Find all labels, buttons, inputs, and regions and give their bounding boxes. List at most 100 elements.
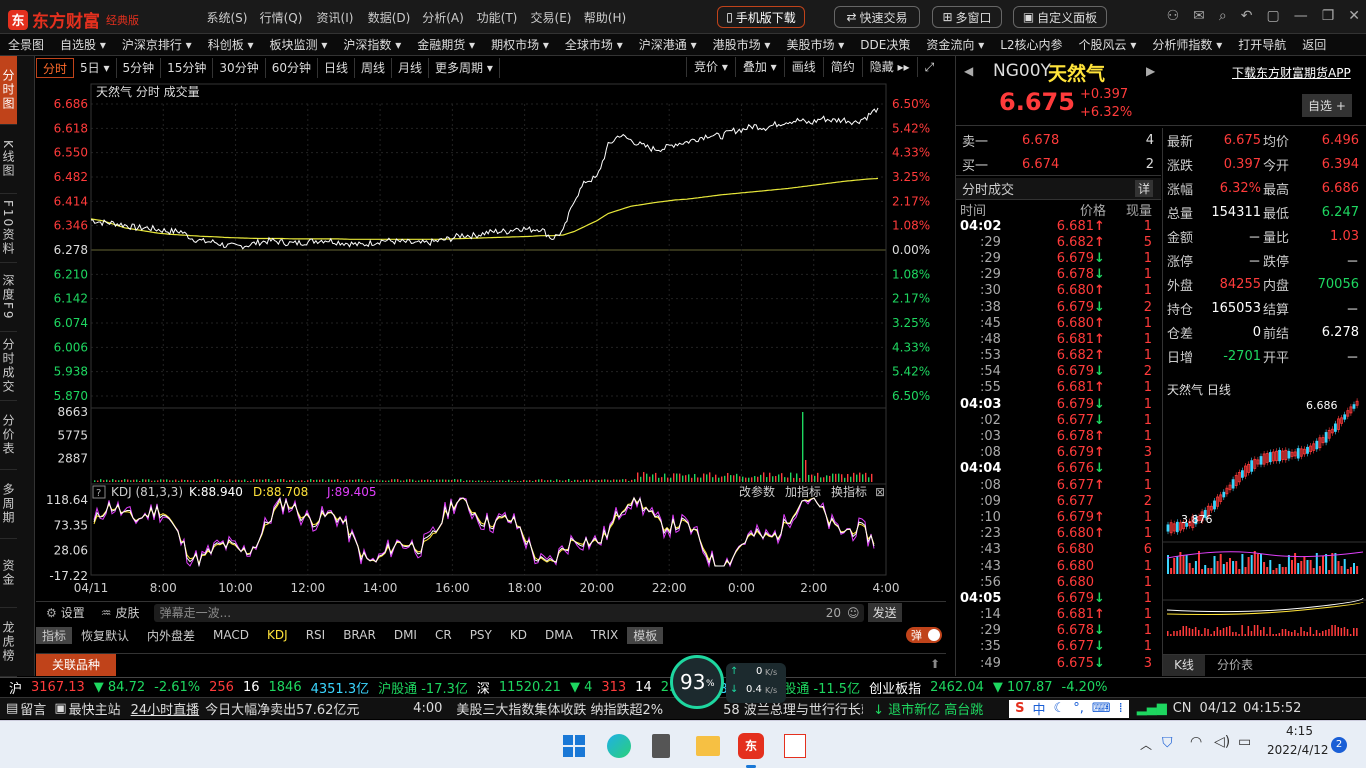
ticker-field[interactable]: -4.20% bbox=[1062, 680, 1108, 695]
expand-icon[interactable]: ⬆ bbox=[930, 657, 940, 671]
period-tab[interactable]: 分时 bbox=[36, 58, 75, 78]
quick-trade-button[interactable]: ⇄ 快速交易 bbox=[834, 6, 920, 28]
emoji-icon[interactable]: ☺ bbox=[847, 606, 860, 620]
ticker-field[interactable]: 4351.3亿 bbox=[311, 678, 370, 697]
nav-item[interactable]: 板块监测 ▾ bbox=[262, 36, 336, 53]
nav-item[interactable]: DDE决策 bbox=[852, 36, 918, 53]
ticker-field[interactable]: 沪 bbox=[9, 678, 22, 697]
indicator-tab[interactable]: 指标 bbox=[36, 626, 73, 644]
mini-tab-kline[interactable]: K线 bbox=[1163, 655, 1205, 676]
eastmoney-taskbar-icon[interactable]: 东 bbox=[738, 733, 764, 759]
ticker-field[interactable]: 3167.13 bbox=[31, 680, 85, 695]
next-symbol-icon[interactable]: ▶ bbox=[1146, 64, 1155, 78]
nav-item[interactable]: 期权市场 ▾ bbox=[483, 36, 557, 53]
period-tab[interactable]: 15分钟 bbox=[161, 58, 214, 78]
prev-symbol-icon[interactable]: ◀ bbox=[964, 64, 973, 78]
period-tab[interactable]: 30分钟 bbox=[213, 58, 266, 78]
period-tab[interactable]: 日线 bbox=[318, 58, 355, 78]
ticker-field[interactable]: 创业板指 bbox=[869, 678, 921, 697]
period-tab[interactable]: 更多周期 ▾ bbox=[429, 58, 500, 78]
daily-mini-chart[interactable]: 天然气 日线 6.686 3.876 K线 分价表 bbox=[1162, 378, 1366, 676]
ticker-field[interactable]: 1846 bbox=[269, 680, 302, 695]
minimize-icon[interactable]: — bbox=[1294, 8, 1308, 24]
indicator-tab[interactable]: BRAR bbox=[334, 628, 385, 642]
nav-item[interactable]: 返回 bbox=[1294, 36, 1334, 53]
chart-tool-button[interactable]: 竞价 ▾ bbox=[686, 57, 735, 77]
skin-shirt-icon[interactable]: ♒ bbox=[101, 606, 112, 620]
nav-item[interactable]: 个股风云 ▾ bbox=[1071, 36, 1145, 53]
download-app-link[interactable]: 下载东方财富期货APP bbox=[1232, 64, 1351, 81]
user-icon[interactable]: ⚇ bbox=[1167, 8, 1180, 24]
kdj-control[interactable]: 换指标 bbox=[831, 484, 867, 499]
news-item-2[interactable]: 美股三大指数集体收跌 纳指跌超2% bbox=[456, 699, 663, 718]
ticker-field[interactable]: ▼ 84.72 bbox=[94, 680, 145, 695]
snipping-tool-icon[interactable] bbox=[784, 734, 806, 758]
nav-item[interactable]: 分析师指数 ▾ bbox=[1144, 36, 1230, 53]
indicator-tab[interactable]: KDJ bbox=[258, 628, 297, 642]
indicator-tab[interactable]: TRIX bbox=[582, 628, 627, 642]
menu-item[interactable]: 交易(E) bbox=[524, 9, 578, 26]
left-tab[interactable]: 多周期 bbox=[0, 470, 17, 539]
ticks-detail-button[interactable]: 详 bbox=[1134, 180, 1153, 197]
nav-item[interactable]: 美股市场 ▾ bbox=[778, 36, 852, 53]
menu-item[interactable]: 帮助(H) bbox=[578, 9, 632, 26]
close-icon[interactable]: ⊠ bbox=[875, 485, 885, 499]
message-button[interactable]: 留言 bbox=[20, 699, 46, 718]
ticker-field[interactable]: 256 bbox=[209, 680, 234, 695]
battery-icon[interactable]: ▭ bbox=[1238, 734, 1251, 750]
edge-icon[interactable] bbox=[607, 734, 631, 758]
left-tab[interactable]: 分时图 bbox=[0, 56, 17, 125]
nav-item[interactable]: 自选股 ▾ bbox=[52, 36, 114, 53]
period-tab[interactable]: 5日 ▾ bbox=[74, 58, 117, 78]
left-tab[interactable]: 资金 bbox=[0, 539, 17, 608]
ticker-field[interactable]: ▼ 107.87 bbox=[993, 680, 1053, 695]
menu-item[interactable]: 行情(Q) bbox=[254, 9, 308, 26]
taskbar-date[interactable]: 2022/4/12 bbox=[1267, 743, 1329, 757]
nav-item[interactable]: 资金流向 ▾ bbox=[918, 36, 992, 53]
indicator-tab[interactable]: KD bbox=[501, 628, 536, 642]
tray-expand-icon[interactable]: ︿ bbox=[1140, 736, 1152, 753]
volume-icon[interactable]: ◁) bbox=[1214, 734, 1230, 750]
indicator-tab[interactable]: 模板 bbox=[627, 626, 664, 644]
indicator-tab[interactable]: PSY bbox=[461, 628, 501, 642]
gear-icon[interactable]: ⚙ bbox=[46, 606, 57, 620]
ticker-field[interactable]: ▼ 4 bbox=[570, 680, 592, 695]
settings-button[interactable]: 设置 bbox=[61, 604, 85, 621]
indicator-tab[interactable]: 恢复默认 bbox=[72, 627, 138, 644]
menu-item[interactable]: 功能(T) bbox=[470, 9, 524, 26]
chart-tool-button[interactable]: ⤢ bbox=[916, 57, 942, 77]
live-link[interactable]: 24小时直播 bbox=[131, 699, 200, 718]
ticker-field[interactable]: 深 bbox=[477, 678, 490, 697]
period-tab[interactable]: 周线 bbox=[355, 58, 393, 78]
add-watchlist-button[interactable]: 自选 + bbox=[1302, 94, 1352, 117]
left-tab[interactable]: 分时成交 bbox=[0, 332, 17, 401]
start-icon[interactable] bbox=[563, 735, 585, 757]
left-tab[interactable]: K线图 bbox=[0, 125, 17, 194]
ticker-field[interactable]: 11520.21 bbox=[499, 680, 561, 695]
mini-tab-price-table[interactable]: 分价表 bbox=[1205, 655, 1265, 676]
left-tab[interactable]: 分价表 bbox=[0, 401, 17, 470]
skin-icon[interactable]: ▢ bbox=[1266, 8, 1279, 24]
related-products-tab[interactable]: 关联品种 bbox=[36, 654, 116, 676]
indicator-tab[interactable]: CR bbox=[426, 628, 461, 642]
menu-item[interactable]: 系统(S) bbox=[200, 9, 254, 26]
nav-item[interactable]: 全景图 bbox=[0, 36, 52, 53]
indicator-tab[interactable]: RSI bbox=[297, 628, 335, 642]
ticker-field[interactable]: -2.61% bbox=[154, 680, 200, 695]
left-tab[interactable]: F10资料 bbox=[0, 194, 17, 263]
period-tab[interactable]: 5分钟 bbox=[117, 58, 162, 78]
file-explorer-icon[interactable] bbox=[696, 736, 720, 756]
network-gauge[interactable]: 93 % ↑ 0 K/s ↓ 0.4 K/s bbox=[670, 655, 788, 710]
wifi-icon[interactable]: ◠ bbox=[1190, 734, 1202, 750]
taskbar-time[interactable]: 4:15 bbox=[1286, 724, 1313, 738]
news-item-1[interactable]: 今日大幅净卖出57.62亿元 bbox=[205, 699, 405, 718]
news-item-4[interactable]: ↓ 退市新亿 高台跳 bbox=[873, 699, 1003, 718]
mobile-download-button[interactable]: ▯ 手机版下载 bbox=[717, 6, 805, 28]
nav-item[interactable]: 沪深指数 ▾ bbox=[335, 36, 409, 53]
menu-item[interactable]: 资讯(I) bbox=[308, 9, 362, 26]
indicator-tab[interactable]: DMI bbox=[385, 628, 426, 642]
shield-icon[interactable]: ⛉ bbox=[1162, 735, 1173, 751]
nav-item[interactable]: 沪深港通 ▾ bbox=[631, 36, 705, 53]
kdj-control[interactable]: 加指标 bbox=[785, 484, 821, 499]
menu-item[interactable]: 数据(D) bbox=[362, 9, 416, 26]
